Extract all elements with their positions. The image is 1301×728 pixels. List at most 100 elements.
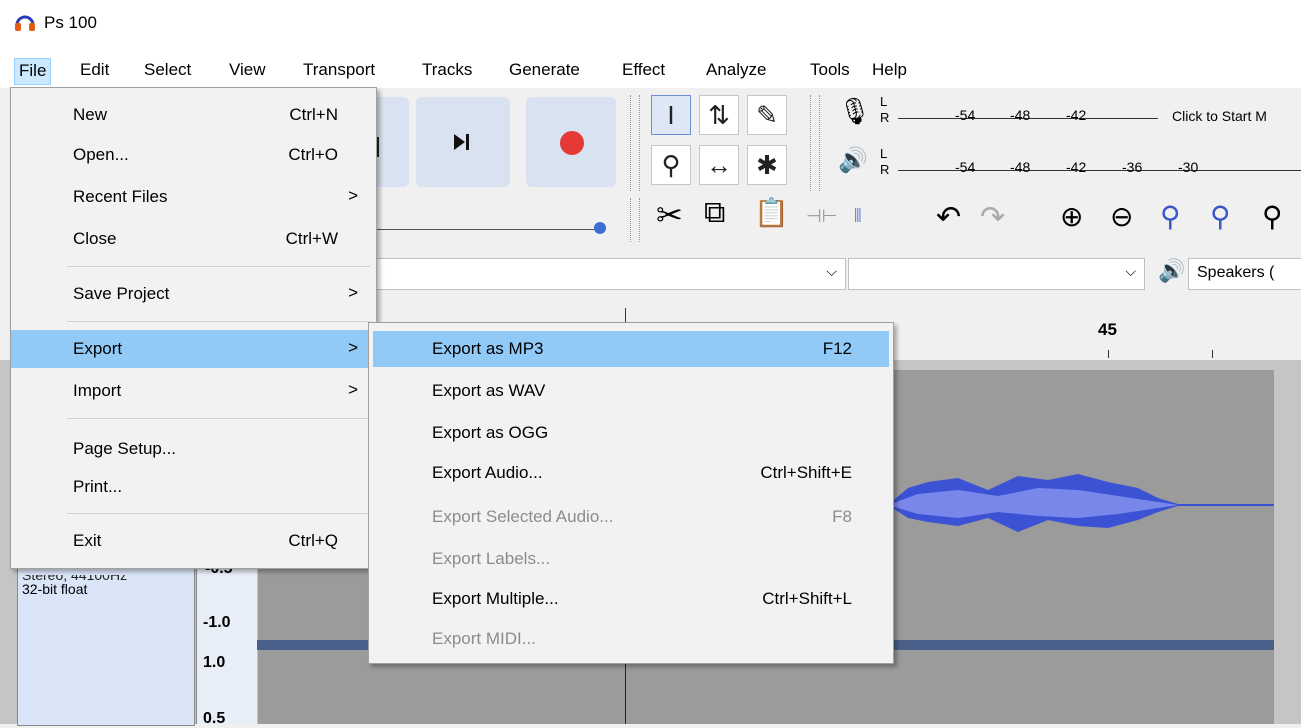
file-menu-exit[interactable]: Exit Ctrl+Q	[11, 522, 376, 560]
menu-edit[interactable]: Edit	[76, 60, 113, 80]
speaker-icon[interactable]: 🔊	[838, 146, 868, 175]
playback-meter-tick: -54	[955, 159, 976, 175]
zoom-tool-icon[interactable]: ⚲	[651, 145, 691, 185]
undo-icon[interactable]: ↶	[936, 200, 961, 235]
skip-to-end-button[interactable]	[416, 97, 510, 187]
scale-label: -1.0	[203, 614, 231, 631]
zoom-out-icon[interactable]: ⊖	[1110, 200, 1133, 233]
menu-select[interactable]: Select	[140, 60, 195, 80]
copy-icon[interactable]: ⧉	[704, 196, 725, 230]
menu-item-label: Close	[73, 229, 117, 248]
file-menu-print[interactable]: Print...	[11, 468, 376, 506]
cut-icon[interactable]: ✂	[656, 196, 683, 234]
menu-item-shortcut: F8	[832, 507, 852, 526]
toolbar-grip[interactable]	[630, 198, 640, 242]
slider-thumb[interactable]	[594, 222, 606, 234]
menu-tracks[interactable]: Tracks	[418, 60, 476, 80]
export-as-ogg[interactable]: Export as OGG	[373, 415, 889, 451]
timeline-tick	[1108, 350, 1109, 358]
export-submenu: Export as MP3 F12 Export as WAV Export a…	[368, 322, 894, 664]
channel-l-label: L	[880, 146, 888, 161]
toolbar-grip[interactable]	[630, 95, 640, 191]
file-menu-new[interactable]: New Ctrl+N	[11, 96, 376, 134]
file-menu-recent-files[interactable]: Recent Files >	[11, 178, 376, 216]
menu-tools[interactable]: Tools	[806, 60, 854, 80]
track-right-gutter	[1274, 370, 1301, 724]
envelope-tool-icon[interactable]: ⇅	[699, 95, 739, 135]
menu-item-label: Export as MP3	[432, 339, 544, 358]
export-midi: Export MIDI...	[373, 621, 889, 657]
chevron-down-icon: ⌵	[826, 263, 837, 279]
menu-item-shortcut: Ctrl+N	[289, 105, 338, 124]
file-menu-import[interactable]: Import >	[11, 372, 376, 410]
menu-item-label: Open...	[73, 145, 129, 164]
export-as-wav[interactable]: Export as WAV	[373, 373, 889, 409]
fit-project-icon[interactable]: ⚲	[1210, 200, 1231, 233]
file-menu-save-project[interactable]: Save Project >	[11, 275, 376, 313]
microphone-icon[interactable]: 🎙	[838, 96, 871, 127]
zoom-toggle-icon[interactable]: ⚲	[1262, 200, 1283, 233]
menu-file[interactable]: File	[14, 58, 52, 85]
scale-label: 0.5	[203, 710, 226, 727]
record-icon	[560, 131, 584, 155]
submenu-arrow-icon: >	[348, 186, 358, 205]
menu-item-shortcut: F12	[822, 339, 852, 358]
menu-item-label: Page Setup...	[73, 439, 177, 458]
title-bar: Ps 100	[0, 0, 1301, 52]
export-audio[interactable]: Export Audio... Ctrl+Shift+E	[373, 455, 889, 491]
menu-help[interactable]: Help	[868, 60, 911, 80]
menu-item-label: Export Selected Audio...	[432, 507, 614, 526]
skip-end-icon	[454, 134, 469, 150]
menu-transport[interactable]: Transport	[299, 60, 379, 80]
track-bit-depth: 32-bit float	[22, 581, 88, 597]
timeshift-tool-icon[interactable]: ↔	[699, 145, 739, 185]
input-device-dropdown[interactable]: ⌵	[848, 258, 1145, 290]
playback-speed-slider[interactable]	[375, 229, 595, 230]
trim-icon[interactable]: ⊣⊢	[806, 206, 837, 227]
multi-tool-icon[interactable]: ✱	[747, 145, 787, 185]
menu-item-label: Export Multiple...	[432, 589, 559, 608]
menu-item-shortcut: Ctrl+W	[285, 229, 338, 248]
channel-r-label: R	[880, 162, 890, 177]
menu-separator	[67, 266, 370, 267]
record-button[interactable]	[526, 97, 616, 187]
menu-item-label: Export MIDI...	[432, 629, 536, 648]
timeline-label: 45	[1098, 320, 1117, 339]
paste-icon[interactable]: 📋	[754, 196, 789, 229]
output-device-dropdown[interactable]: Speakers (	[1188, 258, 1301, 290]
redo-icon[interactable]: ↷	[980, 200, 1005, 235]
menu-view[interactable]: View	[225, 60, 270, 80]
menu-item-label: Print...	[73, 477, 123, 496]
record-meter-tick: -42	[1066, 107, 1087, 123]
export-as-mp3[interactable]: Export as MP3 F12	[373, 331, 889, 367]
menu-item-shortcut: Ctrl+Shift+E	[760, 463, 852, 482]
file-menu-close[interactable]: Close Ctrl+W	[11, 220, 376, 258]
menu-item-label: Import	[73, 381, 122, 400]
menu-generate[interactable]: Generate	[505, 60, 584, 80]
file-menu-page-setup[interactable]: Page Setup...	[11, 430, 376, 468]
zoom-in-icon[interactable]: ⊕	[1060, 200, 1083, 233]
menu-separator	[67, 418, 370, 419]
draw-tool-icon[interactable]: ✎	[747, 95, 787, 135]
menu-effect[interactable]: Effect	[618, 60, 669, 80]
menu-item-shortcut: Ctrl+Q	[288, 531, 338, 550]
file-menu-export[interactable]: Export >	[11, 330, 376, 368]
menu-item-shortcut: Ctrl+O	[288, 145, 338, 164]
record-meter-tick: -48	[1010, 107, 1031, 123]
menu-bar: File Edit Select View Transport Tracks G…	[0, 52, 1301, 88]
silence-icon[interactable]: ⫴	[854, 206, 862, 227]
selection-tool-icon[interactable]: I	[651, 95, 691, 135]
toolbar-grip[interactable]	[810, 95, 820, 191]
record-meter-hint[interactable]: Click to Start M	[1172, 108, 1267, 124]
menu-analyze[interactable]: Analyze	[702, 60, 770, 80]
window-title: Ps 100	[44, 13, 97, 32]
export-multiple[interactable]: Export Multiple... Ctrl+Shift+L	[373, 581, 889, 617]
playback-meter-tick: -36	[1122, 159, 1143, 175]
file-menu-open[interactable]: Open... Ctrl+O	[11, 136, 376, 174]
playback-meter-tick: -48	[1010, 159, 1031, 175]
chevron-down-icon: ⌵	[1125, 263, 1136, 279]
host-dropdown[interactable]: ⌵	[372, 258, 846, 290]
fit-selection-icon[interactable]: ⚲	[1160, 200, 1181, 233]
menu-item-label: Save Project	[73, 284, 170, 303]
record-meter-tick: -54	[955, 107, 976, 123]
